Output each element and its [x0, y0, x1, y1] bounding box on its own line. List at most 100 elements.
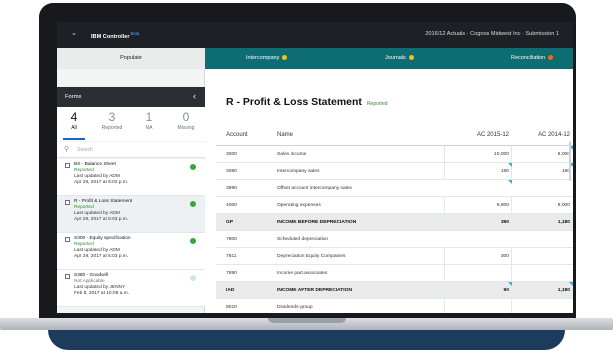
form-stats: 4 All 3 Reported 1 NA 0 Missing	[57, 107, 205, 141]
cell-name: Dividends-group	[277, 305, 313, 310]
tab-intercompany[interactable]: Intercompany	[246, 48, 288, 69]
form-checkbox[interactable]	[65, 200, 70, 205]
input-cell-frame	[444, 299, 512, 313]
search-icon: ⚲	[64, 146, 70, 153]
tab-reconciliation[interactable]: Reconciliation	[511, 48, 554, 69]
active-stat-underline	[63, 138, 85, 140]
cell-name: Operating expenses	[277, 203, 321, 208]
status-badge: Reported	[366, 101, 388, 107]
stat-label: Reported	[101, 125, 123, 131]
chevron-down-icon[interactable]: ⌄	[71, 29, 77, 37]
stat-label: NA	[145, 125, 153, 131]
table-row: 7811 Depreciation Equity Companies 300	[216, 248, 573, 265]
stat-count: 0	[182, 110, 190, 124]
input-cell-frame	[444, 265, 512, 281]
form-item-text: S380 - Goodwill Not Applicable Last upda…	[74, 273, 129, 297]
stat-all[interactable]: 4 All	[57, 110, 91, 131]
cell-account: 3080	[226, 169, 237, 174]
stat-missing[interactable]: 0 Missing	[169, 110, 203, 131]
page-title: R - Profit & Loss Statement Reported	[226, 96, 388, 108]
tab-label: Journals	[385, 55, 406, 61]
comment-flag-icon[interactable]	[508, 180, 512, 184]
forms-sidebar: Forms ‹ 4 All 3 Reported 1 NA 0 Missing ⚲ Se…	[57, 69, 205, 313]
comment-flag-icon[interactable]	[508, 282, 512, 286]
form-checkbox[interactable]	[65, 274, 70, 279]
form-item-text: S300 - Equity specification Reported Las…	[74, 236, 131, 260]
form-item-goodwill[interactable]: S380 - Goodwill Not Applicable Last upda…	[57, 270, 205, 307]
cell-name: INCOME BEFORE DEPRECIATION	[277, 220, 357, 225]
cell-account: 7800	[226, 237, 237, 242]
main-panel: R - Profit & Loss Statement Reported Acco…	[206, 69, 573, 313]
laptop-base-notch	[268, 318, 346, 323]
pl-table: Account Name AC 2015-12 AC 2014-12 3000 …	[216, 132, 573, 313]
table-row: 4000 Operating expenses 9,800 8,000	[216, 197, 573, 214]
forms-header: Forms ‹	[57, 87, 205, 107]
search-placeholder: Search	[77, 147, 93, 153]
table-row: 8010 Dividends-group	[216, 299, 573, 313]
cell-account: 8010	[226, 305, 237, 310]
column-header-name[interactable]: Name	[277, 132, 293, 138]
comment-flag-icon[interactable]	[569, 282, 573, 286]
cell-ac-2015: 390	[500, 220, 509, 225]
cell-ac-2014: 1,180	[557, 220, 570, 225]
tab-label: Populate	[120, 55, 142, 61]
stat-count: 3	[108, 110, 116, 124]
tab-populate[interactable]: Populate	[57, 48, 205, 69]
vertical-scrollbar[interactable]	[569, 141, 571, 181]
cell-name: Depreciation Equity Companies	[277, 254, 346, 259]
tab-label: Intercompany	[246, 55, 280, 61]
cell-ac-2015[interactable]: 190	[444, 169, 509, 174]
form-search[interactable]: ⚲ Search	[57, 142, 205, 158]
error-status-icon	[548, 55, 554, 61]
tab-journals[interactable]: Journals	[385, 48, 414, 69]
column-header-account[interactable]: Account	[226, 132, 248, 138]
cell-ac-2014: 8,000	[557, 152, 570, 157]
form-updated-at: Apr 28, 2017 at 5:03 p.m.	[74, 180, 129, 185]
cell-account: 3000	[226, 152, 237, 157]
cell-ac-2015[interactable]: 9,800	[444, 203, 509, 208]
stat-reported[interactable]: 3 Reported	[95, 110, 129, 131]
chevron-left-icon[interactable]: ‹	[193, 91, 196, 101]
form-item-equity-specification[interactable]: S300 - Equity specification Reported Las…	[57, 233, 205, 270]
stat-na[interactable]: 1 NA	[132, 110, 166, 131]
cell-account: 7811	[226, 254, 237, 259]
form-updated-at: Apr 28, 2017 at 5:03 p.m.	[74, 217, 129, 222]
cell-ac-2014: 180	[561, 169, 570, 174]
cell-name: INCOME AFTER DEPRECIATION	[277, 288, 352, 293]
stat-label: Missing	[177, 125, 195, 131]
cell-name: Intercompany sales	[277, 169, 320, 174]
cell-account: 4000	[226, 203, 237, 208]
cell-ac-2014: 8,000	[557, 203, 570, 208]
cell-name: Offset account intercompany sales	[277, 186, 352, 191]
beta-badge: Beta	[130, 31, 140, 36]
form-item-balance-sheet[interactable]: BS - Balance Sheet Reported Last updated…	[57, 159, 205, 196]
table-row: 3990 Offset account intercompany sales	[216, 180, 573, 197]
app-name: IBM ControllerBeta	[91, 31, 140, 40]
cell-name: Scheduled depreciation	[277, 237, 329, 242]
form-list: BS - Balance Sheet Reported Last updated…	[57, 159, 205, 307]
form-item-profit-loss[interactable]: R - Profit & Loss Statement Reported Las…	[57, 196, 205, 233]
cell-name: Income part.associates	[277, 271, 328, 276]
form-updated-at: Apr 28, 2017 at 5:03 p.m.	[74, 254, 129, 259]
page-title-text: R - Profit & Loss Statement	[226, 96, 362, 108]
cell-ac-2015[interactable]: 10,000	[444, 152, 509, 157]
table-header: Account Name AC 2015-12 AC 2014-12	[216, 124, 573, 146]
cell-account: 3990	[226, 186, 237, 191]
form-checkbox[interactable]	[65, 163, 70, 168]
stat-label: All	[71, 125, 77, 131]
cell-account: 7890	[226, 271, 237, 276]
not-applicable-status-icon	[190, 275, 196, 281]
tab-bar: Populate Intercompany Journals Reconcili…	[57, 48, 573, 69]
table-row: 7890 Income part.associates	[216, 265, 573, 282]
tab-label: Reconciliation	[511, 55, 546, 61]
form-checkbox[interactable]	[65, 237, 70, 242]
cell-ac-2014: 1,180	[557, 288, 570, 293]
reported-status-icon	[190, 164, 196, 170]
comment-flag-icon[interactable]	[508, 163, 512, 167]
column-header-ac-2014[interactable]: AC 2014-12	[509, 132, 570, 138]
column-header-ac-2015[interactable]: AC 2015-12	[444, 132, 509, 138]
cell-ac-2015[interactable]: 300	[444, 254, 509, 259]
cell-name: Sales income	[277, 152, 307, 157]
table-row-subtotal: GP INCOME BEFORE DEPRECIATION 390 1,180	[216, 214, 573, 231]
table-row-subtotal: IAD INCOME AFTER DEPRECIATION 90 1,180	[216, 282, 573, 299]
